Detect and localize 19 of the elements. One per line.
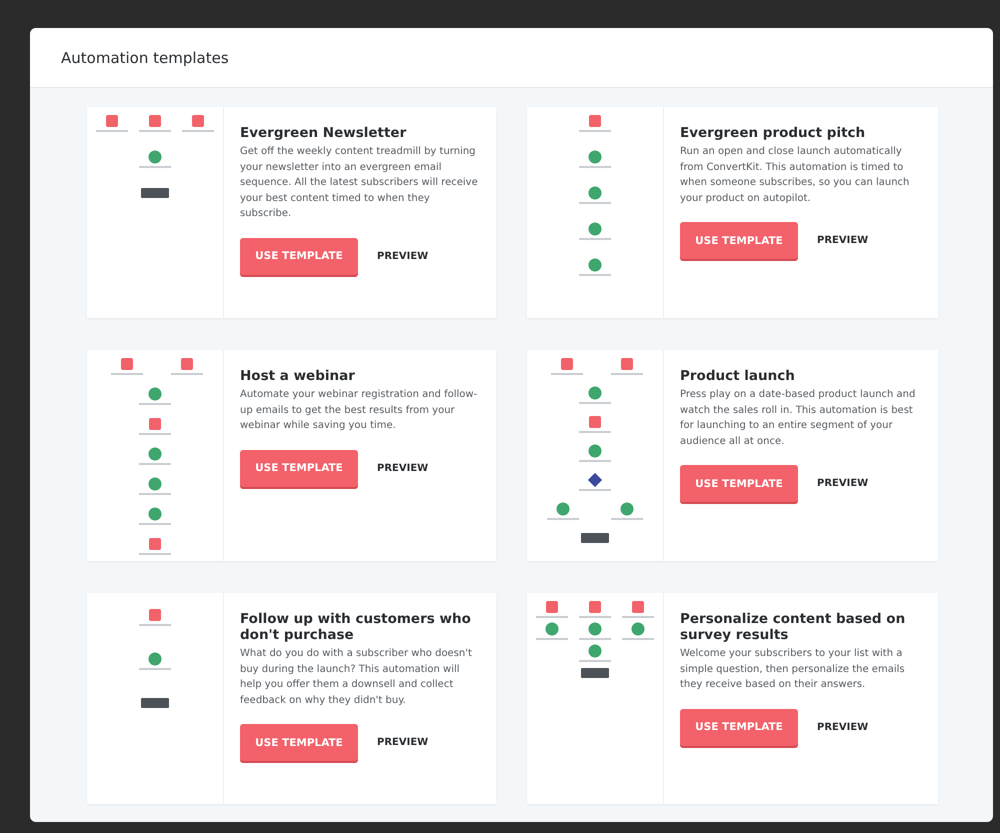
template-description: Run an open and close launch automatically from ConvertKit. This automation is timed to when someone subscribes, so you can launch your product on autopilot. — [680, 145, 910, 206]
template-description: Automate your webinar registration and follow-up emails to get the best results from your webinar while saving you time. — [240, 388, 478, 433]
template-title: Personalize content based on survey results — [680, 611, 906, 643]
template-title: Host a webinar — [240, 368, 356, 384]
panel-title: Automation templates — [61, 48, 229, 66]
preview-button[interactable]: PREVIEW — [373, 735, 432, 750]
preview-button[interactable]: PREVIEW — [813, 720, 872, 734]
template-title: Product launch — [680, 368, 796, 384]
template-description: Welcome your subscribers to your list with a simple question, then personalize the emails they receive based on their answers. — [680, 647, 906, 692]
preview-button[interactable]: PREVIEW — [373, 248, 432, 264]
preview-button[interactable]: PREVIEW — [373, 460, 432, 476]
preview-button[interactable]: PREVIEW — [813, 476, 872, 491]
template-title: Follow up with customers who don't purchase — [240, 611, 472, 643]
template-description: Get off the weekly content treadmill by turning your newsletter into an evergreen email sequence. All the latest subscribers will receive your best content timed to when they subscribe. — [240, 145, 479, 221]
template-title: Evergreen product pitch — [680, 125, 866, 141]
template-description: What do you do with a subscriber who doesn't buy during the launch? This automation will help you offer them a downsell and collect feedback on why they didn't buy. — [240, 647, 473, 708]
template-title: Evergreen Newsletter — [240, 125, 408, 141]
template-description: Press play on a date-based product launch and watch the sales roll in. This automation is best for launching to an entire segment of your audience all at once. — [680, 388, 916, 448]
preview-button[interactable]: PREVIEW — [813, 233, 872, 248]
